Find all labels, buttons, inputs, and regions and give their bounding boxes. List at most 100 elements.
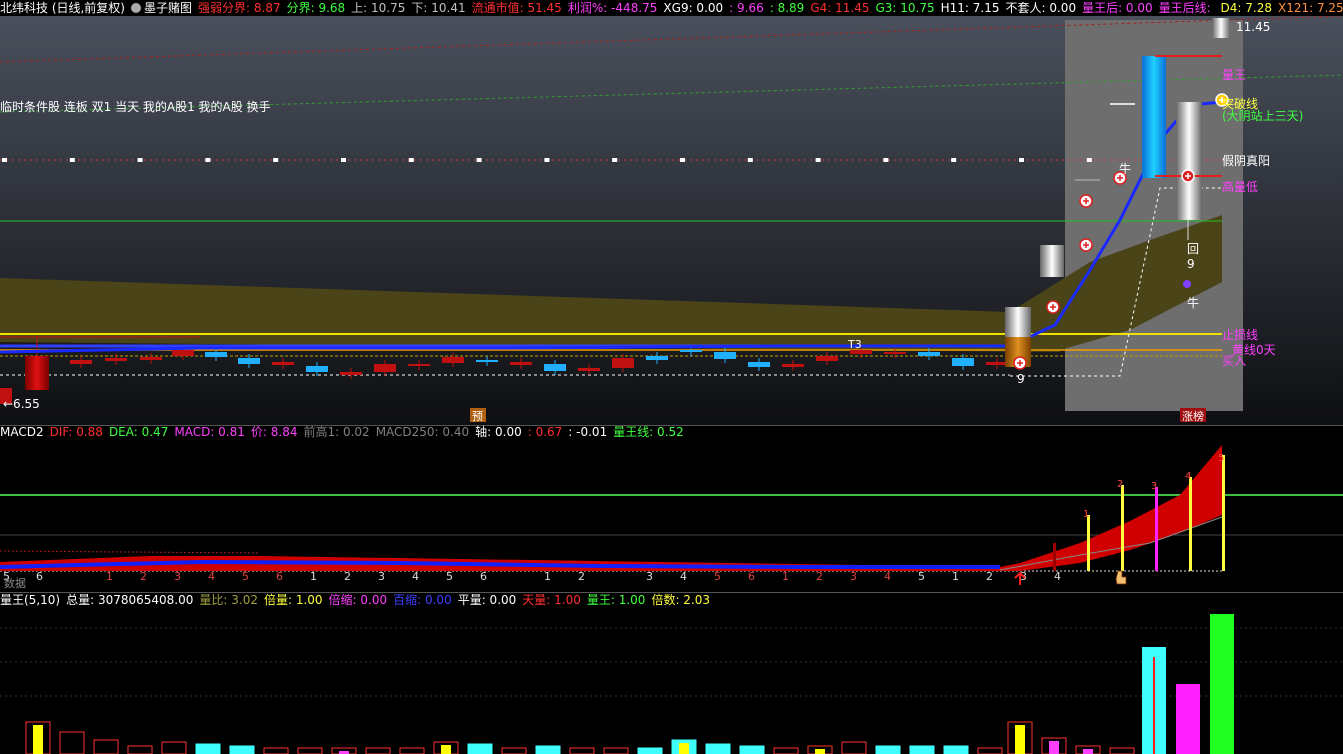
candle-white-small bbox=[1005, 307, 1031, 337]
macd-count: 3 bbox=[378, 570, 385, 583]
candle-body bbox=[374, 364, 396, 372]
volume-bar bbox=[467, 743, 493, 754]
macd-count: 3 bbox=[174, 570, 181, 583]
macd-field: 价: 8.84 bbox=[250, 425, 298, 439]
candle-body bbox=[205, 352, 227, 357]
candle-body bbox=[272, 362, 294, 365]
volume-bar bbox=[875, 745, 901, 754]
candle-body bbox=[70, 360, 92, 364]
header-field: 流通市值: 51.45 bbox=[471, 1, 562, 15]
candle-body bbox=[612, 358, 634, 368]
candle-body bbox=[986, 362, 1008, 365]
candle-body bbox=[918, 352, 940, 356]
macd-count: 6 bbox=[36, 570, 43, 583]
volume-bar bbox=[365, 747, 391, 754]
marker-dot bbox=[137, 158, 143, 162]
macd-count: 2 bbox=[986, 570, 993, 583]
stock-title[interactable]: 北纬科技 (日线,前复权) bbox=[0, 1, 125, 15]
candle-body bbox=[340, 372, 362, 375]
candle-body bbox=[646, 356, 668, 360]
macd-count: 2 bbox=[578, 570, 585, 583]
yu-label: 预 bbox=[472, 410, 483, 423]
volume-field: 平量: 0.00 bbox=[457, 593, 517, 607]
macd-count: 6 bbox=[480, 570, 487, 583]
macd-data-label: 数据 bbox=[4, 576, 26, 590]
candle-body bbox=[952, 358, 974, 366]
volume-field: 倍数: 2.03 bbox=[651, 593, 711, 607]
macd-bar bbox=[1121, 485, 1124, 571]
indicator-name[interactable]: 墨子赌图 bbox=[144, 1, 192, 15]
price-chart[interactable]: ←6.55 11.45 预 涨榜 bbox=[0, 0, 1343, 425]
macd-count: 4 bbox=[680, 570, 687, 583]
candle-body bbox=[816, 356, 838, 361]
volume-bar bbox=[739, 745, 765, 754]
marker-dot bbox=[612, 158, 618, 162]
candle-body bbox=[238, 358, 260, 364]
volume-bar bbox=[841, 741, 867, 754]
marker-dot bbox=[680, 158, 685, 162]
header-field: 下: 10.41 bbox=[411, 1, 466, 15]
header-field: : 9.66 bbox=[729, 1, 764, 15]
macd-field: DIF: 0.88 bbox=[49, 425, 103, 439]
macd-legend: MACD2 DIF: 0.88 DEA: 0.47 MACD: 0.81 价: 8.84… bbox=[0, 425, 696, 440]
candle-white-big bbox=[1176, 102, 1202, 220]
marker-dot bbox=[951, 158, 957, 162]
ann-nine-b: 9 bbox=[1017, 372, 1025, 386]
volume-bar bbox=[569, 747, 595, 754]
volume-bar bbox=[705, 743, 731, 754]
macd-count: 6 bbox=[748, 570, 755, 583]
macd-title[interactable]: MACD2 bbox=[0, 425, 44, 439]
ann-zhi-sun: 止损线 bbox=[1222, 328, 1259, 342]
macd-field: MACD: 0.81 bbox=[174, 425, 245, 439]
macd-count: 4 bbox=[412, 570, 419, 583]
candle-body bbox=[172, 350, 194, 356]
header-field: G3: 10.75 bbox=[875, 1, 935, 15]
volume-bar-inner bbox=[1049, 741, 1059, 754]
candle-body bbox=[442, 357, 464, 363]
marker-dot bbox=[747, 158, 753, 162]
header-field: 量王后: 0.00 bbox=[1082, 1, 1153, 15]
macd-count: 2 bbox=[816, 570, 823, 583]
macd-count: 1 bbox=[952, 570, 959, 583]
macd-count: 1 bbox=[310, 570, 317, 583]
volume-field: 天量: 1.00 bbox=[522, 593, 581, 607]
volume-bar-inner bbox=[33, 725, 43, 754]
candle-white-top bbox=[1212, 18, 1230, 38]
header-field: 利润%: -448.75 bbox=[567, 1, 658, 15]
chevron-circle-icon[interactable] bbox=[131, 3, 141, 13]
ann-liang-wang: 量王 bbox=[1222, 68, 1247, 82]
marker-dot bbox=[476, 158, 482, 162]
volume-bar bbox=[1109, 747, 1135, 754]
macd-bar bbox=[1087, 515, 1090, 571]
volume-chart[interactable] bbox=[0, 592, 1343, 754]
candle-body bbox=[306, 366, 328, 372]
volume-bar-inner bbox=[679, 743, 689, 754]
macd-count: 5 bbox=[714, 570, 721, 583]
candle-body bbox=[140, 357, 162, 360]
macd-chart[interactable]: 5 6 1 2 3 4 5 6 1 2 3 4 5 6 1 2 3 4 5 6 1 2 3 4 5 1 2 3 412 345 数据 bbox=[0, 425, 1343, 593]
candle-body bbox=[476, 360, 498, 362]
header-field: 量王后线: bbox=[1158, 1, 1215, 15]
macd-count: 4 bbox=[1054, 570, 1061, 583]
macd-field: 量王线: 0.52 bbox=[613, 425, 684, 439]
marker-dot bbox=[408, 158, 414, 162]
volume-title[interactable]: 量王(5,10) bbox=[0, 593, 60, 607]
ann-jia-yin: 假阴真阳 bbox=[1222, 154, 1271, 168]
ann-hui: 回 bbox=[1187, 242, 1200, 256]
candle-body bbox=[782, 364, 804, 367]
volume-bar bbox=[637, 747, 663, 754]
macd-count: 1 bbox=[544, 570, 551, 583]
header-field: X121: 7.25 bbox=[1277, 1, 1343, 15]
indicator-header: 北纬科技 (日线,前复权) 墨子赌图 强弱分界: 8.87 分界: 9.68 上: 10… bbox=[0, 0, 1343, 16]
candle-body bbox=[510, 362, 532, 365]
macd-field: DEA: 0.47 bbox=[108, 425, 169, 439]
macd-field: : -0.01 bbox=[568, 425, 608, 439]
macd-field: 前高1: 0.02 bbox=[303, 425, 370, 439]
macd-count: 5 bbox=[242, 570, 249, 583]
volume-bar bbox=[229, 745, 255, 754]
marker-dot bbox=[205, 158, 211, 162]
macd-top-num: 4 bbox=[1185, 471, 1191, 482]
header-field: 强弱分界: 8.87 bbox=[198, 1, 281, 15]
marker-dot bbox=[2, 158, 7, 162]
marker-dot bbox=[544, 158, 550, 162]
